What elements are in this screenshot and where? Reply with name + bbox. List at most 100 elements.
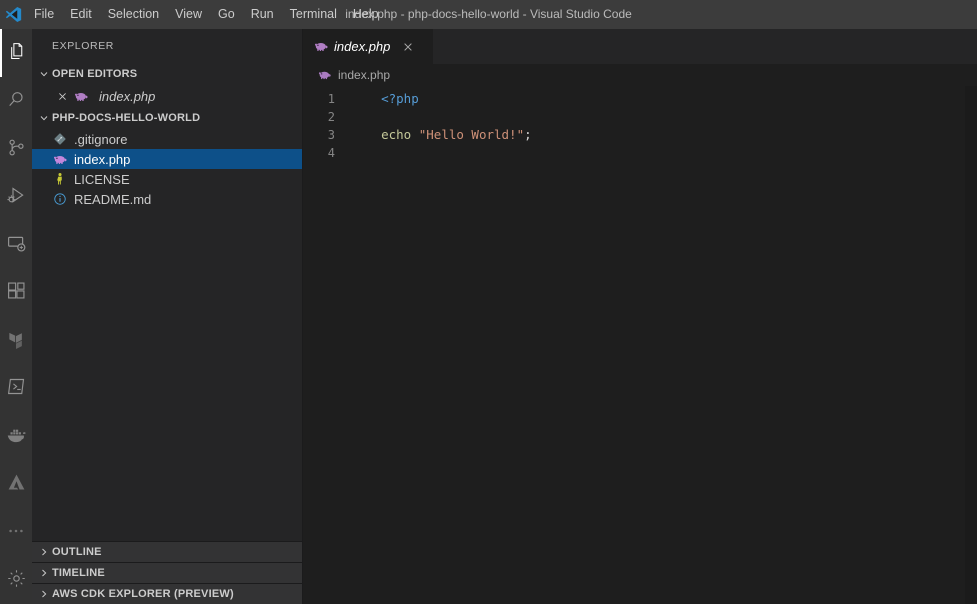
tab-index-php-label: index.php (334, 39, 391, 54)
file-row-license-label: LICENSE (74, 171, 130, 187)
section-outline[interactable]: OUTLINE (32, 541, 302, 562)
section-folder-root-label: PHP-DOCS-HELLO-WORLD (52, 112, 201, 124)
code-token-open-tag: <?php (381, 91, 419, 106)
section-folder-root[interactable]: PHP-DOCS-HELLO-WORLD (32, 107, 302, 129)
vscode-window: File Edit Selection View Go Run Terminal… (0, 0, 977, 604)
code-token-string: "Hello World!" (418, 127, 525, 142)
open-editors-list: index.php (32, 85, 302, 107)
tab-index-php[interactable]: index.php (303, 29, 434, 64)
php-elephant-icon (317, 67, 333, 83)
extensions-icon (6, 280, 27, 304)
code-editor[interactable]: 1 2 3 4 <?php echo "Hello World!"; (303, 86, 977, 604)
tab-bar-empty-space (434, 29, 977, 64)
code-lines[interactable]: <?php echo "Hello World!"; (347, 86, 977, 604)
gear-icon (6, 568, 27, 592)
file-row-index-php[interactable]: index.php (32, 149, 302, 169)
explorer-body: OPEN EDITORS index.php PHP-DOCS-HELLO-WO… (32, 63, 302, 604)
section-open-editors-label: OPEN EDITORS (52, 68, 138, 80)
menu-view[interactable]: View (167, 0, 210, 28)
activity-item-remote-explorer[interactable] (0, 221, 32, 269)
open-editor-item[interactable]: index.php (32, 85, 302, 107)
menu-selection[interactable]: Selection (100, 0, 167, 28)
chevron-down-icon (36, 107, 52, 129)
section-aws-cdk-explorer-label: AWS CDK EXPLORER (PREVIEW) (52, 588, 234, 600)
activity-item-manage[interactable] (0, 556, 32, 604)
breadcrumb-label: index.php (338, 68, 391, 82)
menu-terminal[interactable]: Terminal (282, 0, 345, 28)
line-number-gutter: 1 2 3 4 (303, 86, 347, 604)
files-icon (6, 41, 27, 65)
git-icon (52, 131, 68, 147)
open-editor-label: index.php (99, 88, 156, 104)
line-number: 1 (327, 92, 335, 106)
source-control-icon (6, 137, 27, 161)
activity-item-azure-terminal[interactable] (0, 364, 32, 412)
section-aws-cdk-explorer[interactable]: AWS CDK EXPLORER (PREVIEW) (32, 583, 302, 604)
section-timeline[interactable]: TIMELINE (32, 562, 302, 583)
menu-file[interactable]: File (26, 0, 62, 28)
activity-item-source-control[interactable] (0, 125, 32, 173)
activity-item-search[interactable] (0, 77, 32, 125)
code-line-1: <?php (351, 90, 977, 108)
activity-item-docker[interactable] (0, 412, 32, 460)
activity-item-additional-views[interactable] (0, 508, 32, 556)
line-number: 3 (327, 128, 335, 142)
workbench: EXPLORER OPEN EDITORS index.php PHP-DOCS… (0, 29, 977, 604)
vscode-logo-icon (0, 0, 26, 28)
chevron-right-icon (36, 562, 52, 584)
code-line-3: echo "Hello World!"; (351, 126, 977, 144)
sidebar-title: EXPLORER (52, 40, 114, 52)
close-icon[interactable] (54, 88, 70, 104)
info-markdown-icon (52, 191, 68, 207)
menu-bar: File Edit Selection View Go Run Terminal… (26, 0, 387, 28)
php-elephant-icon (52, 151, 68, 167)
activity-item-run-and-debug[interactable] (0, 173, 32, 221)
section-outline-label: OUTLINE (52, 546, 102, 558)
line-number: 2 (327, 110, 335, 124)
run-and-debug-icon (6, 185, 27, 209)
php-elephant-icon (73, 88, 89, 104)
activity-item-explorer[interactable] (0, 29, 32, 77)
file-row-gitignore-label: .gitignore (74, 131, 128, 147)
line-number: 4 (327, 146, 335, 160)
editor-right-edge (965, 86, 977, 604)
close-icon[interactable] (400, 39, 416, 55)
code-token-semicolon: ; (524, 127, 532, 142)
php-elephant-icon (313, 39, 329, 55)
ellipsis-icon (6, 521, 26, 544)
license-icon (52, 171, 68, 187)
search-icon (6, 89, 27, 113)
activity-item-azure[interactable] (0, 460, 32, 508)
section-open-editors[interactable]: OPEN EDITORS (32, 63, 302, 85)
file-row-readme[interactable]: README.md (32, 189, 302, 209)
chevron-down-icon (36, 63, 52, 85)
file-row-license[interactable]: LICENSE (32, 169, 302, 189)
sidebar-bottom-sections: OUTLINE TIMELINE AWS CDK EXPLORER (PREVI… (32, 541, 302, 604)
activity-bar (0, 29, 32, 604)
menu-help[interactable]: Help (345, 0, 387, 28)
code-token-echo: echo (381, 127, 412, 142)
file-row-readme-label: README.md (74, 191, 152, 207)
file-row-index-php-label: index.php (74, 151, 131, 167)
docker-whale-icon (5, 424, 27, 449)
menu-go[interactable]: Go (210, 0, 243, 28)
azure-icon (6, 472, 27, 496)
breadcrumb[interactable]: index.php (303, 64, 977, 86)
file-row-gitignore[interactable]: .gitignore (32, 129, 302, 149)
activity-item-terraform[interactable] (0, 316, 32, 364)
file-tree: .gitignore index.php LICENSE README.md (32, 129, 302, 209)
activity-item-extensions[interactable] (0, 269, 32, 317)
chevron-right-icon (36, 583, 52, 604)
sidebar: EXPLORER OPEN EDITORS index.php PHP-DOCS… (32, 29, 303, 604)
section-timeline-label: TIMELINE (52, 567, 105, 579)
remote-explorer-icon (6, 233, 27, 257)
powershell-terminal-icon (6, 376, 27, 400)
editor-group: index.php index.php 1 2 3 4 <?php echo "… (303, 29, 977, 604)
chevron-right-icon (36, 541, 52, 563)
tab-bar: index.php (303, 29, 977, 64)
title-bar: File Edit Selection View Go Run Terminal… (0, 0, 977, 29)
menu-edit[interactable]: Edit (62, 0, 100, 28)
menu-run[interactable]: Run (243, 0, 282, 28)
